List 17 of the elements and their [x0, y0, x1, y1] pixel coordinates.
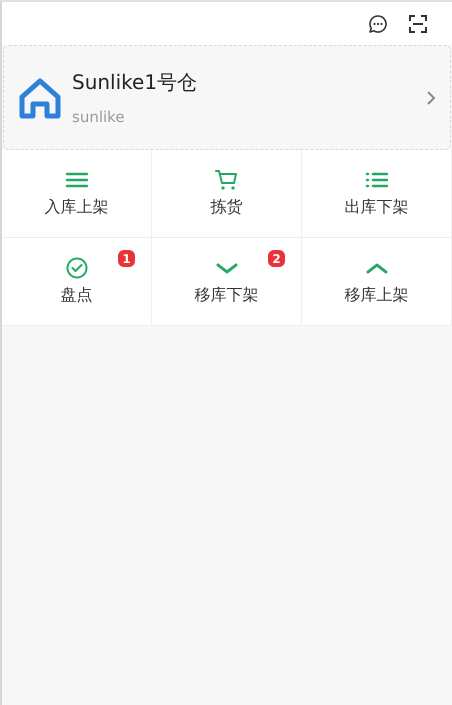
- menu-tile[interactable]: 出库下架: [302, 150, 452, 238]
- count-badge: 2: [268, 250, 285, 267]
- scan-icon[interactable]: [408, 14, 428, 34]
- warehouse-code: sunlike: [72, 108, 126, 126]
- menu-tile[interactable]: 盘点 1: [2, 238, 152, 326]
- home-icon: [18, 76, 62, 118]
- check-circle-icon: [64, 257, 88, 279]
- menu-tile[interactable]: 入库上架: [2, 150, 152, 238]
- chat-icon[interactable]: [368, 14, 388, 34]
- warehouse-card[interactable]: Sunlike1号仓 sunlike: [3, 45, 451, 150]
- menu-tile[interactable]: 移库上架: [302, 238, 452, 326]
- cart-icon: [214, 169, 238, 191]
- count-badge: 1: [118, 250, 135, 267]
- menu-tile[interactable]: 拣货: [152, 150, 302, 238]
- warehouse-name: Sunlike1号仓: [72, 69, 198, 96]
- menu-tile[interactable]: 移库下架 2: [152, 238, 302, 326]
- chevron-right-icon: [426, 90, 436, 106]
